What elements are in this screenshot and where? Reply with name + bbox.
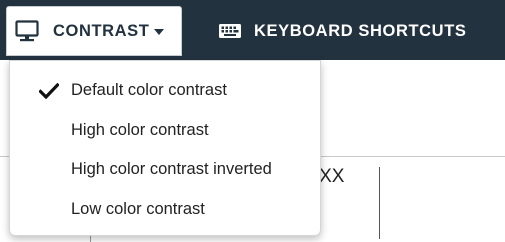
menu-item-default-contrast[interactable]: Default color contrast: [10, 71, 320, 109]
contrast-label: CONTRAST: [53, 22, 150, 40]
caret-down-icon: [154, 29, 164, 35]
checkmark-icon: [39, 83, 59, 99]
menu-item-label: High color contrast: [71, 121, 209, 139]
top-toolbar: CONTRAST KEYBOARD SHORTCUTS: [0, 0, 505, 60]
menu-item-label: High color contrast inverted: [71, 160, 272, 178]
contrast-button[interactable]: CONTRAST: [6, 6, 182, 56]
monitor-icon: [15, 20, 39, 42]
keyboard-shortcuts-button[interactable]: KEYBOARD SHORTCUTS: [254, 21, 466, 41]
keyboard-icon[interactable]: [219, 24, 241, 38]
contrast-menu: Default color contrast High color contra…: [9, 60, 321, 236]
menu-item-label: Low color contrast: [71, 200, 205, 218]
menu-item-low-contrast[interactable]: Low color contrast: [10, 190, 320, 228]
menu-item-high-contrast[interactable]: High color contrast: [10, 111, 320, 149]
menu-item-high-contrast-inverted[interactable]: High color contrast inverted: [10, 150, 320, 188]
text-cursor: [379, 167, 380, 239]
menu-item-label: Default color contrast: [71, 81, 227, 99]
